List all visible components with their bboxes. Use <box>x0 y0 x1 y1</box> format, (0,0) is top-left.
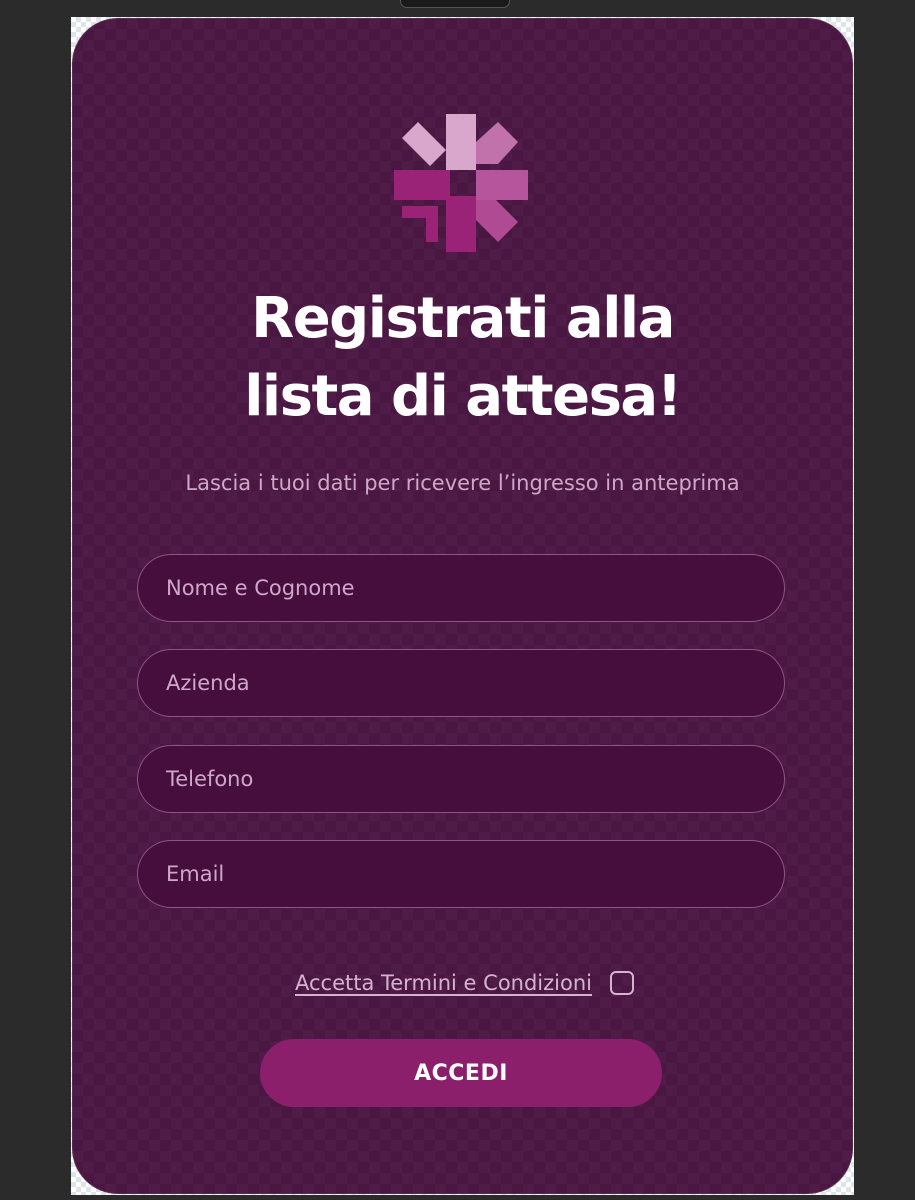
page-title: Registrati alla lista di attesa! <box>72 280 853 436</box>
email-field[interactable] <box>137 840 785 908</box>
title-line-1: Registrati alla <box>251 286 675 351</box>
title-line-2: lista di attesa! <box>244 364 682 429</box>
submit-button[interactable]: ACCEDI <box>260 1039 662 1107</box>
terms-link[interactable]: Accetta Termini e Condizioni <box>295 971 592 995</box>
company-field[interactable] <box>137 649 785 717</box>
window-notch <box>400 0 510 8</box>
phone-field[interactable] <box>137 745 785 813</box>
terms-row: Accetta Termini e Condizioni <box>72 966 853 1000</box>
waitlist-card: Registrati alla lista di attesa! Lascia … <box>72 18 853 1194</box>
page-subtitle: Lascia i tuoi dati per ricevere l’ingres… <box>185 471 740 495</box>
name-field[interactable] <box>137 554 785 622</box>
terms-checkbox[interactable] <box>610 971 634 995</box>
asterisk-arrow-logo-icon <box>394 114 528 252</box>
